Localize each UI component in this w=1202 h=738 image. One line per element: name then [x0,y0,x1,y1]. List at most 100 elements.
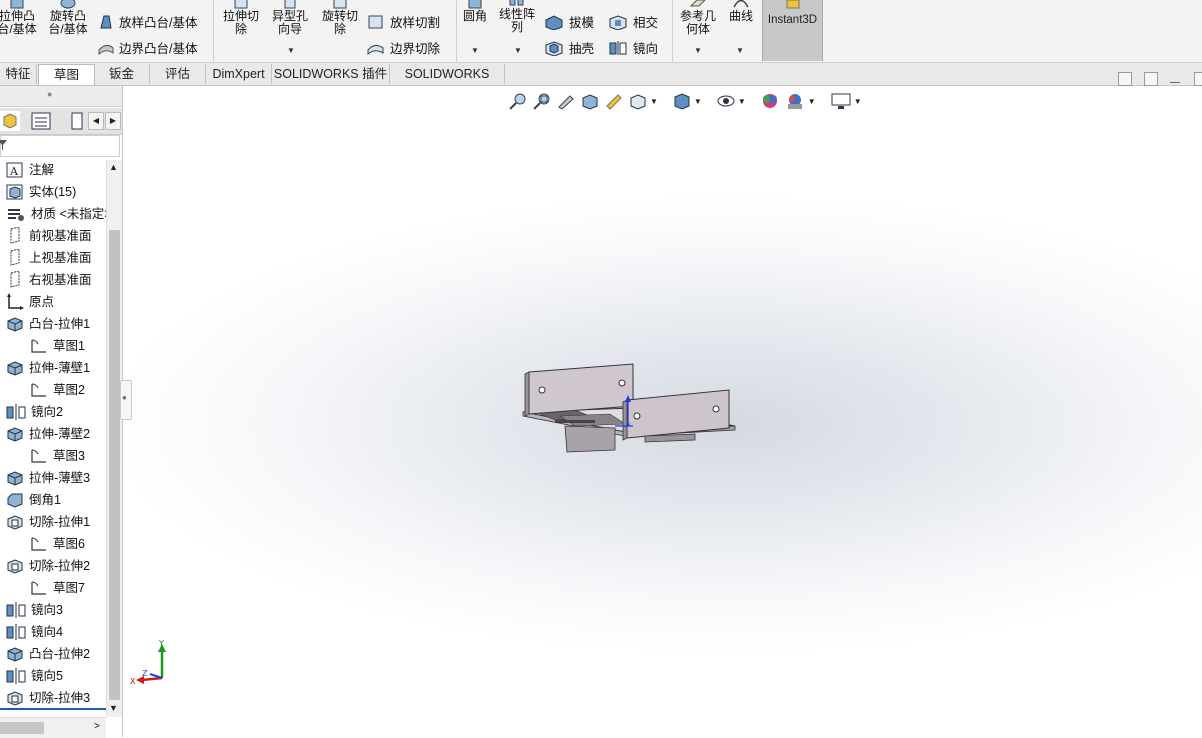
linear-pattern-button[interactable]: 线性阵 列 [494,0,540,34]
tab-features[interactable]: 特征 [0,64,37,84]
tree-item-label: 拉伸-薄壁3 [29,471,91,485]
tree-item[interactable]: 实体(15) [6,182,76,202]
tree-item[interactable]: 拉伸-薄壁3 [6,468,90,488]
tree-item[interactable]: 草图1 [30,336,85,356]
tree-item[interactable]: 凸台-拉伸1 [6,314,90,334]
extrude-boss-button[interactable]: 拉伸凸 台/基体 [0,0,40,36]
restore-icon[interactable] [1194,72,1202,86]
scrollbar-thumb[interactable] [0,722,44,734]
plane-icon [6,227,29,245]
plane-icon [6,249,29,267]
tab-solidworks-addins[interactable]: SOLIDWORKS 插件 [272,64,390,84]
revolve-cut-button[interactable]: 旋转切 除 [317,0,363,36]
view-settings-dropdown-icon[interactable]: ▼ [854,97,862,106]
view-settings-icon[interactable]: ▼ [830,92,866,110]
part-model[interactable]: * [515,360,745,460]
scroll-right-icon[interactable]: > [94,721,100,732]
apply-scene-dropdown-icon[interactable]: ▼ [808,97,816,106]
scroll-down-icon[interactable]: ▼ [109,703,118,713]
tab-dimxpert[interactable]: DimXpert [206,64,272,84]
apply-scene-icon[interactable]: ▼ [784,92,820,110]
solid-bodies-icon [6,184,29,200]
collapse-icon: ● [122,393,127,402]
scrollbar-thumb[interactable] [109,230,120,700]
panel-collapse-handle[interactable]: ● [120,380,132,420]
feature-manager-tab-icon[interactable] [0,111,20,131]
hole-wizard-button[interactable]: 异型孔 向导 [267,0,313,36]
tree-item[interactable]: 镜向2 [6,402,63,422]
edit-appearance-icon[interactable] [760,92,780,110]
scroll-up-icon[interactable]: ▲ [109,162,118,172]
property-manager-tab-icon[interactable] [30,111,52,131]
tree-item[interactable]: 草图6 [30,534,85,554]
tree-item[interactable]: 倒角1 [6,490,61,510]
hole-wizard-dropdown-icon[interactable]: ▼ [287,46,295,55]
minimize-icon[interactable] [1170,82,1180,83]
tree-item[interactable]: A 注解 [6,160,54,180]
tree-item[interactable]: 原点 [6,292,54,312]
dynamic-annotation-icon[interactable] [604,92,624,110]
fillet-button[interactable]: 圆角 [459,0,491,23]
tree-vertical-scrollbar[interactable]: ▲ ▼ [106,160,122,717]
tree-item-label: 实体(15) [29,185,77,199]
tree-item[interactable]: 上视基准面 [6,248,92,268]
tree-item[interactable]: 草图3 [30,446,85,466]
panel-right-icon[interactable] [1144,72,1158,86]
tree-filter-input[interactable] [0,135,120,157]
rollback-bar[interactable] [0,708,106,710]
display-style-dropdown-icon[interactable]: ▼ [694,97,702,106]
zoom-to-area-icon[interactable] [532,92,552,110]
tree-item[interactable]: 切除-拉伸1 [6,512,90,532]
previous-view-icon[interactable] [556,92,576,110]
linear-pattern-dropdown-icon[interactable]: ▼ [514,46,522,55]
tree-item[interactable]: 材质 <未指定> [6,204,106,224]
curves-dropdown-icon[interactable]: ▼ [736,46,744,55]
view-orientation-dropdown-icon[interactable]: ▼ [650,97,658,106]
panel-grip-icon[interactable]: ● [47,89,52,99]
hide-show-dropdown-icon[interactable]: ▼ [738,97,746,106]
tree-item[interactable]: 草图2 [30,380,85,400]
tree-item[interactable]: 凸台-拉伸2 [6,644,90,664]
tree-item[interactable]: 草图7 [30,578,85,598]
hide-show-items-icon[interactable]: ▼ [716,92,750,110]
tab-solidworks-mbd[interactable]: SOLIDWORKS MBD [390,64,505,101]
revolve-boss-button[interactable]: 旋转凸 台/基体 [44,0,92,36]
boundary-cut-button[interactable]: 边界切除 [367,38,440,57]
intersect-button[interactable]: 相交 [608,12,658,31]
fillet-dropdown-icon[interactable]: ▼ [471,46,479,55]
reference-geometry-button[interactable]: 参考几 何体 [675,0,721,36]
shell-button[interactable]: 抽壳 [544,38,594,57]
tree-horizontal-scrollbar[interactable]: > [0,717,106,738]
tab-sketch[interactable]: 草图 [38,64,95,85]
mirror-button[interactable]: 镜向 [608,38,658,57]
tree-item[interactable]: 拉伸-薄壁2 [6,424,90,444]
zoom-to-fit-icon[interactable] [508,92,528,110]
boundary-boss-button[interactable]: 边界凸台/基体 [98,38,197,57]
config-manager-tab-icon[interactable] [70,111,84,131]
tree-item[interactable]: 镜向4 [6,622,63,642]
view-orientation-icon[interactable]: ▼ [628,92,662,110]
tab-sheet-metal[interactable]: 钣金 [94,64,150,84]
section-view-icon[interactable] [580,92,600,110]
tree-item[interactable]: 镜向3 [6,600,63,620]
loft-boss-button[interactable]: 放样凸台/基体 [98,12,197,31]
instant3d-button[interactable]: Instant3D [762,0,823,61]
tree-item[interactable]: 前视基准面 [6,226,92,246]
tree-item[interactable]: 镜向5 [6,666,63,686]
display-style-icon[interactable]: ▼ [672,92,706,110]
tab-evaluate[interactable]: 评估 [150,64,206,84]
draft-button[interactable]: 拔模 [544,12,594,31]
tabs-scroll-left-icon[interactable]: ◀ [88,112,104,130]
tree-item[interactable]: 拉伸-薄壁1 [6,358,90,378]
reference-geometry-dropdown-icon[interactable]: ▼ [694,46,702,55]
loft-cut-button[interactable]: 放样切割 [367,12,440,31]
panel-left-icon[interactable] [1118,72,1132,86]
tree-item[interactable]: 切除-拉伸2 [6,556,90,576]
curves-button[interactable]: 曲线 [724,0,758,23]
tree-item[interactable]: 右视基准面 [6,270,92,290]
hole-wizard-label: 异型孔 向导 [271,9,308,36]
extrude-cut-button[interactable]: 拉伸切 除 [218,0,264,36]
tree-item[interactable]: 切除-拉伸3 [6,688,90,708]
cut-icon [6,690,29,706]
tabs-scroll-right-icon[interactable]: ▶ [105,112,121,130]
